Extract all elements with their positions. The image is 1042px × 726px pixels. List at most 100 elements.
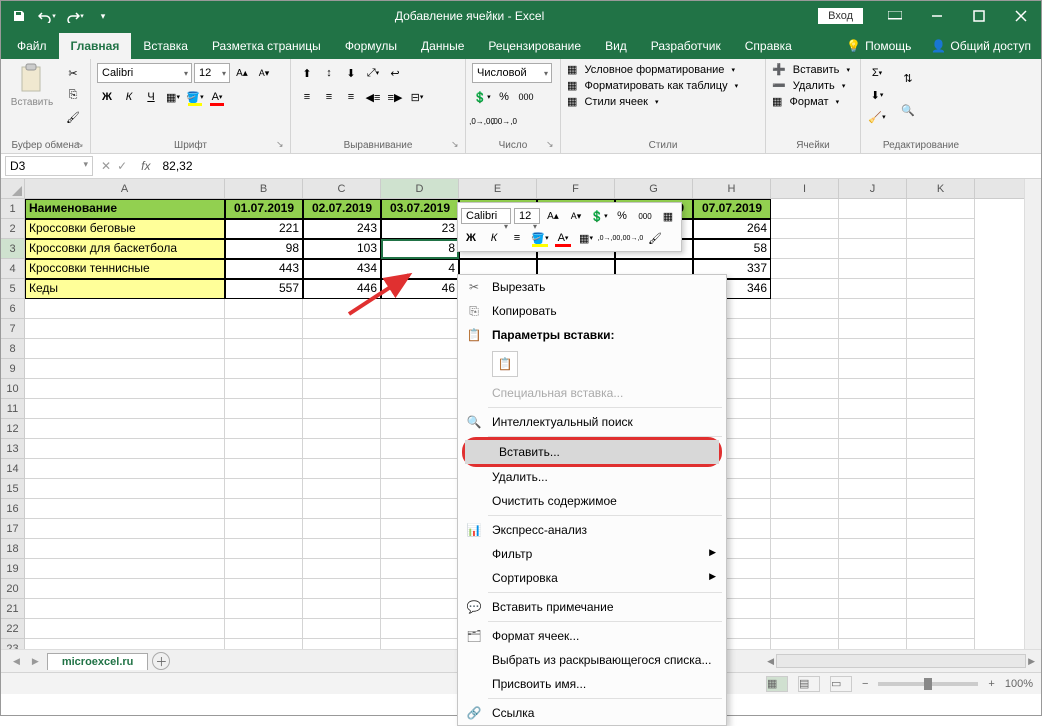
cell[interactable] xyxy=(771,599,839,619)
mini-font-color-icon[interactable]: A▾ xyxy=(553,228,573,248)
cell[interactable] xyxy=(771,379,839,399)
cell[interactable] xyxy=(225,539,303,559)
accept-formula-icon[interactable]: ✓ xyxy=(117,159,127,173)
row-header-4[interactable]: 4 xyxy=(1,259,24,279)
tab-review[interactable]: Рецензирование xyxy=(476,33,593,59)
cell[interactable]: 01.07.2019 xyxy=(225,199,303,219)
row-header-7[interactable]: 7 xyxy=(1,319,24,339)
alignment-launcher-icon[interactable]: ↘ xyxy=(451,139,463,151)
cell[interactable]: 243 xyxy=(303,219,381,239)
cell[interactable] xyxy=(303,439,381,459)
signin-button[interactable]: Вход xyxy=(818,8,863,24)
cell[interactable] xyxy=(381,479,459,499)
format-as-table-button[interactable]: ▦ Форматировать как таблицу ▾ xyxy=(567,79,738,92)
cell[interactable] xyxy=(907,299,975,319)
row-header-8[interactable]: 8 xyxy=(1,339,24,359)
cell[interactable] xyxy=(839,639,907,649)
row-header-19[interactable]: 19 xyxy=(1,559,24,579)
cell[interactable] xyxy=(907,519,975,539)
row-header-15[interactable]: 15 xyxy=(1,479,24,499)
cell[interactable] xyxy=(907,279,975,299)
cell[interactable] xyxy=(303,359,381,379)
cell[interactable] xyxy=(907,219,975,239)
cell[interactable] xyxy=(25,399,225,419)
cell[interactable] xyxy=(839,299,907,319)
cell[interactable]: Кеды xyxy=(25,279,225,299)
cell[interactable] xyxy=(907,419,975,439)
vertical-scrollbar[interactable] xyxy=(1024,179,1041,649)
cell[interactable] xyxy=(907,259,975,279)
cell[interactable] xyxy=(907,379,975,399)
cell[interactable]: 446 xyxy=(303,279,381,299)
mini-border-dd-icon[interactable]: ▦▾ xyxy=(576,228,596,248)
cell[interactable] xyxy=(303,539,381,559)
cell[interactable]: 443 xyxy=(225,259,303,279)
ribbon-options-icon[interactable] xyxy=(875,1,915,31)
cell[interactable] xyxy=(771,259,839,279)
autosum-icon[interactable]: Σ▾ xyxy=(867,63,887,83)
row-header-10[interactable]: 10 xyxy=(1,379,24,399)
cell[interactable] xyxy=(907,459,975,479)
mini-increase-font-icon[interactable]: A▴ xyxy=(543,206,563,226)
save-icon[interactable] xyxy=(7,4,31,28)
cell[interactable] xyxy=(771,239,839,259)
tab-developer[interactable]: Разработчик xyxy=(639,33,733,59)
cell[interactable] xyxy=(225,319,303,339)
cell[interactable] xyxy=(303,479,381,499)
cell[interactable]: 8 xyxy=(381,239,459,259)
align-right-icon[interactable]: ≡ xyxy=(341,87,361,107)
cell[interactable] xyxy=(225,299,303,319)
cell[interactable] xyxy=(225,599,303,619)
cell[interactable] xyxy=(303,319,381,339)
formula-input[interactable]: 82,32 xyxy=(156,157,1041,175)
cell[interactable] xyxy=(839,559,907,579)
ctx-define-name[interactable]: Присвоить имя... xyxy=(458,672,726,696)
zoom-in-icon[interactable]: + xyxy=(988,678,994,690)
font-color-icon[interactable]: A▾ xyxy=(207,87,227,107)
number-format-combo[interactable]: Числовой xyxy=(472,63,552,83)
col-header-H[interactable]: H xyxy=(693,179,771,198)
increase-indent-icon[interactable]: ≡▶ xyxy=(385,87,405,107)
add-sheet-button[interactable]: ＋ xyxy=(152,652,170,670)
cell[interactable] xyxy=(771,419,839,439)
bold-button[interactable]: Ж xyxy=(97,87,117,107)
cell[interactable] xyxy=(225,339,303,359)
cell[interactable] xyxy=(839,339,907,359)
tab-data[interactable]: Данные xyxy=(409,33,476,59)
cell[interactable] xyxy=(25,419,225,439)
row-header-6[interactable]: 6 xyxy=(1,299,24,319)
cell[interactable] xyxy=(225,459,303,479)
cell[interactable] xyxy=(381,459,459,479)
cell[interactable] xyxy=(225,579,303,599)
cell[interactable] xyxy=(771,339,839,359)
cell[interactable] xyxy=(25,379,225,399)
font-size-combo[interactable]: 12 xyxy=(194,63,230,83)
cell[interactable] xyxy=(907,559,975,579)
clipboard-launcher-icon[interactable]: ↘ xyxy=(76,139,88,151)
cell[interactable] xyxy=(907,579,975,599)
cell[interactable] xyxy=(907,619,975,639)
cell[interactable] xyxy=(381,619,459,639)
mini-bold-button[interactable]: Ж xyxy=(461,228,481,248)
cell[interactable] xyxy=(907,499,975,519)
row-header-9[interactable]: 9 xyxy=(1,359,24,379)
fill-color-icon[interactable]: 🪣▾ xyxy=(185,87,205,107)
cell[interactable] xyxy=(303,559,381,579)
paste-option-default[interactable]: 📋 xyxy=(492,351,518,377)
zoom-out-icon[interactable]: − xyxy=(862,678,868,690)
cell[interactable] xyxy=(25,559,225,579)
row-header-21[interactable]: 21 xyxy=(1,599,24,619)
ctx-link[interactable]: 🔗Ссылка xyxy=(458,701,726,725)
mini-comma-icon[interactable]: 000 xyxy=(635,206,655,226)
row-header-16[interactable]: 16 xyxy=(1,499,24,519)
cell[interactable]: 98 xyxy=(225,239,303,259)
italic-button[interactable]: К xyxy=(119,87,139,107)
cell[interactable]: 07.07.2019 xyxy=(693,199,771,219)
cell[interactable] xyxy=(771,319,839,339)
cell[interactable] xyxy=(381,639,459,649)
ctx-smart-lookup[interactable]: 🔍Интеллектуальный поиск xyxy=(458,410,726,434)
cell[interactable] xyxy=(771,219,839,239)
cell[interactable]: 58 xyxy=(693,239,771,259)
tab-help[interactable]: Справка xyxy=(733,33,804,59)
cell[interactable]: 103 xyxy=(303,239,381,259)
